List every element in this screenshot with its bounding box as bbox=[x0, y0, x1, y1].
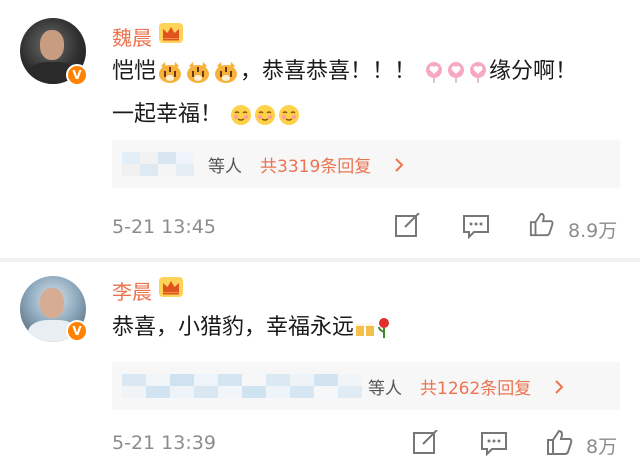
comment-time: 5-21 13:45 bbox=[112, 216, 216, 238]
verified-badge-icon: V bbox=[66, 320, 88, 342]
blurred-names bbox=[122, 152, 202, 176]
rose-emoji-icon bbox=[378, 318, 390, 338]
like-icon[interactable] bbox=[528, 211, 556, 237]
verified-badge-icon: V bbox=[66, 64, 88, 86]
comment-icon[interactable] bbox=[480, 430, 508, 456]
reply-count[interactable]: 共3319条回复 bbox=[260, 152, 371, 177]
shy-smile-emoji-icon bbox=[231, 105, 252, 125]
heart-balloon-emoji-icon bbox=[426, 62, 443, 83]
username[interactable]: 李晨 bbox=[112, 276, 152, 305]
comment-text: 恺恺 ，恭喜恭喜！！！ 缘分啊！ 一起幸福！ bbox=[112, 50, 618, 136]
comment-line: 恺恺 ，恭喜恭喜！！！ 缘分啊！ bbox=[112, 50, 618, 93]
shy-smile-emoji-icon bbox=[255, 105, 276, 125]
comment-item: V 魏晨 恺恺 ，恭喜恭喜！！！ 缘分啊！ 一起幸福！ 等人 共3319条回复 5… bbox=[0, 0, 640, 258]
avatar-face bbox=[40, 288, 64, 318]
tiger-emoji-icon bbox=[187, 62, 210, 83]
blurred-names bbox=[122, 374, 362, 398]
chevron-right-icon bbox=[395, 158, 404, 172]
comment-text-part: 缘分啊！ bbox=[489, 59, 578, 84]
share-icon[interactable] bbox=[412, 430, 440, 456]
cheers-emoji-icon bbox=[356, 323, 375, 336]
username[interactable]: 魏晨 bbox=[112, 22, 152, 51]
comment-line: 一起幸福！ bbox=[112, 93, 618, 136]
tiger-emoji-icon bbox=[159, 62, 182, 83]
reply-summary[interactable]: 等人 共3319条回复 bbox=[112, 140, 620, 188]
vip-crown-icon bbox=[159, 277, 183, 297]
chevron-right-icon bbox=[555, 380, 564, 394]
heart-balloon-emoji-icon bbox=[470, 62, 487, 83]
reply-authors: 等人 bbox=[208, 157, 242, 177]
reply-count[interactable]: 共1262条回复 bbox=[420, 374, 531, 399]
like-count: 8万 bbox=[586, 436, 618, 458]
share-icon[interactable] bbox=[394, 213, 422, 239]
like-icon[interactable] bbox=[546, 428, 574, 456]
tiger-emoji-icon bbox=[215, 62, 238, 83]
comment-text: 恭喜，小猎豹，幸福永远 bbox=[112, 306, 392, 349]
avatar-face bbox=[40, 30, 64, 60]
shy-smile-emoji-icon bbox=[279, 105, 300, 125]
comment-text-part: 恭喜，小猎豹，幸福永远 bbox=[112, 315, 355, 340]
comment-text-part: ，恭喜恭喜！！！ bbox=[240, 59, 417, 84]
reply-authors: 等人 bbox=[368, 379, 402, 399]
comment-text-part: 一起幸福！ bbox=[112, 102, 223, 127]
vip-crown-icon bbox=[159, 23, 183, 43]
comment-time: 5-21 13:39 bbox=[112, 432, 216, 454]
comment-text-part: 恺恺 bbox=[112, 59, 157, 84]
reply-summary[interactable]: 等人 共1262条回复 bbox=[112, 362, 620, 410]
comment-icon[interactable] bbox=[462, 213, 490, 239]
like-count: 8.9万 bbox=[568, 220, 618, 242]
heart-balloon-emoji-icon bbox=[448, 62, 465, 83]
